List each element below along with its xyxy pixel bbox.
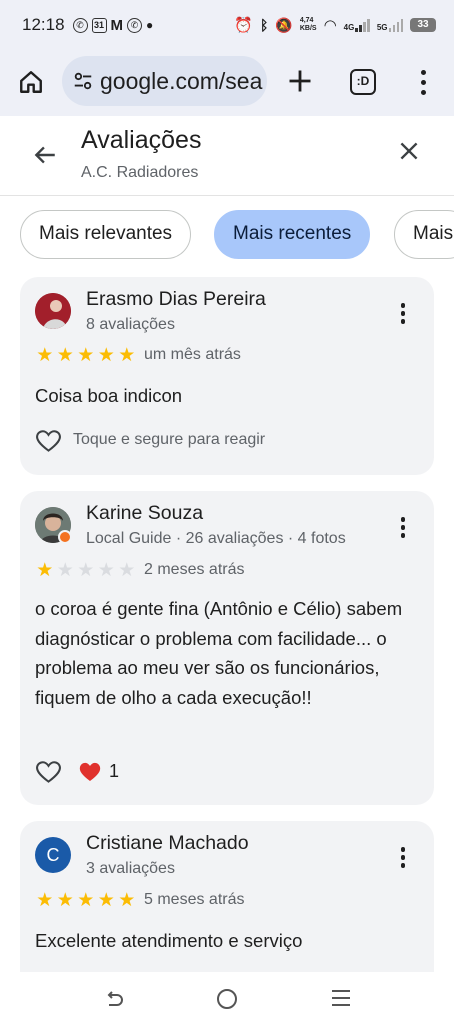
star-icon: ★ [77,345,95,366]
star-icon: ★ [97,345,115,366]
notification-icons: ✆ 31 M ✆ ● [72,16,154,34]
review-card: Erasmo Dias Pereira 8 avaliações ★ ★ ★ ★… [20,277,434,475]
back-arrow-icon[interactable] [32,142,58,168]
star-icon: ★ [77,560,95,581]
star-icon: ★ [56,345,74,366]
business-name: A.C. Radiadores [81,164,199,181]
whatsapp-icon: ✆ [127,17,143,33]
star-icon: ★ [36,345,54,366]
star-icon: ★ [77,890,95,911]
reviewer-name[interactable]: Cristiane Machado [86,832,249,855]
page-title: Avaliações [81,126,202,154]
tab-switcher-button[interactable]: :D [350,69,376,95]
chip-most-recent[interactable]: Mais recentes [214,210,371,259]
review-text: Coisa boa indicon [35,385,183,406]
nav-back-icon[interactable] [104,989,124,1009]
reviewer-photo [35,293,71,329]
reaction-hint: Toque e segure para reagir [73,431,266,448]
alarm-icon: ⏰ [234,17,253,34]
mute-icon: 🔕 [275,16,293,33]
battery-icon: 33 [410,18,436,32]
review-date: 2 meses atrás [144,561,245,578]
star-rating: ★ ★ ★ ★ ★ [35,561,137,580]
review-date: um mês atrás [144,346,241,363]
signal-bars-icon [388,18,403,32]
nav-recents-icon[interactable] [332,990,350,1006]
star-rating: ★ ★ ★ ★ ★ [35,891,137,910]
gmail-icon: M [110,16,124,34]
net-speed: 4,74 KB/S [299,17,317,32]
more-options-icon[interactable] [400,303,406,325]
reviewer-name[interactable]: Erasmo Dias Pereira [86,288,266,311]
reviews-header: Avaliações A.C. Radiadores [0,116,454,196]
reviewer-meta: Local Guide · 26 avaliações · 4 fotos [86,530,346,547]
url-text[interactable]: google.com/sea [100,68,262,95]
review-date: 5 meses atrás [144,891,245,908]
signal-5g: 5G [377,18,403,32]
review-text: Excelente atendimento e serviço [35,930,303,951]
reviewer-name[interactable]: Karine Souza [86,502,203,525]
chip-more[interactable]: Mais [394,210,454,259]
reviewer-meta: 8 avaliações [86,316,175,333]
dot-icon: ● [146,18,154,32]
home-icon[interactable] [18,69,44,95]
heart-icon[interactable] [35,428,62,453]
address-bar[interactable]: google.com/sea [62,56,267,106]
star-icon: ★ [36,890,54,911]
signal-4g: 4G [344,18,370,32]
star-icon: ★ [118,890,136,911]
review-card: Karine Souza Local Guide · 26 avaliações… [20,491,434,805]
close-icon[interactable] [396,138,422,164]
star-icon: ★ [118,560,136,581]
site-settings-icon[interactable] [72,70,94,92]
sort-chips: Mais relevantes Mais recentes Mais [20,210,454,260]
star-icon: ★ [118,345,136,366]
more-options-icon[interactable] [400,847,406,869]
system-nav-bar [0,972,454,1024]
star-icon: ★ [97,560,115,581]
avatar[interactable] [35,507,72,544]
wifi-icon: ◠ [323,17,337,34]
browser-toolbar: google.com/sea :D [0,50,454,116]
heart-icon[interactable] [35,759,62,784]
new-tab-icon[interactable] [286,67,314,95]
more-options-icon[interactable] [400,517,406,539]
calendar-icon: 31 [91,17,107,33]
avatar[interactable]: C [35,837,71,873]
status-bar: 12:18 ✆ 31 M ✆ ● ⏰ ᛒ 🔕 4,74 KB/S ◠ 4G 5G… [0,0,454,50]
whatsapp-icon: ✆ [72,17,88,33]
reviewer-meta: 3 avaliações [86,860,175,877]
bluetooth-icon: ᛒ [259,17,269,33]
network-5g-label: 5G [376,23,388,32]
star-icon: ★ [56,560,74,581]
star-icon: ★ [56,890,74,911]
red-heart-reaction-icon[interactable] [78,760,102,782]
star-rating: ★ ★ ★ ★ ★ [35,346,137,365]
local-guide-badge-icon [58,530,72,544]
status-time: 12:18 [22,15,65,34]
signal-bars-icon [355,18,370,32]
reaction-count: 1 [109,761,120,781]
status-right: ⏰ ᛒ 🔕 4,74 KB/S ◠ 4G 5G 33 [234,16,436,34]
star-icon: ★ [97,890,115,911]
chip-most-relevant[interactable]: Mais relevantes [20,210,192,259]
nav-home-icon[interactable] [217,989,237,1009]
review-text: o coroa é gente fina (Antônio e Célio) s… [35,598,403,708]
browser-menu-icon[interactable] [416,68,430,96]
avatar[interactable] [35,293,71,329]
network-4g-label: 4G [343,23,355,32]
star-icon: ★ [36,560,54,581]
